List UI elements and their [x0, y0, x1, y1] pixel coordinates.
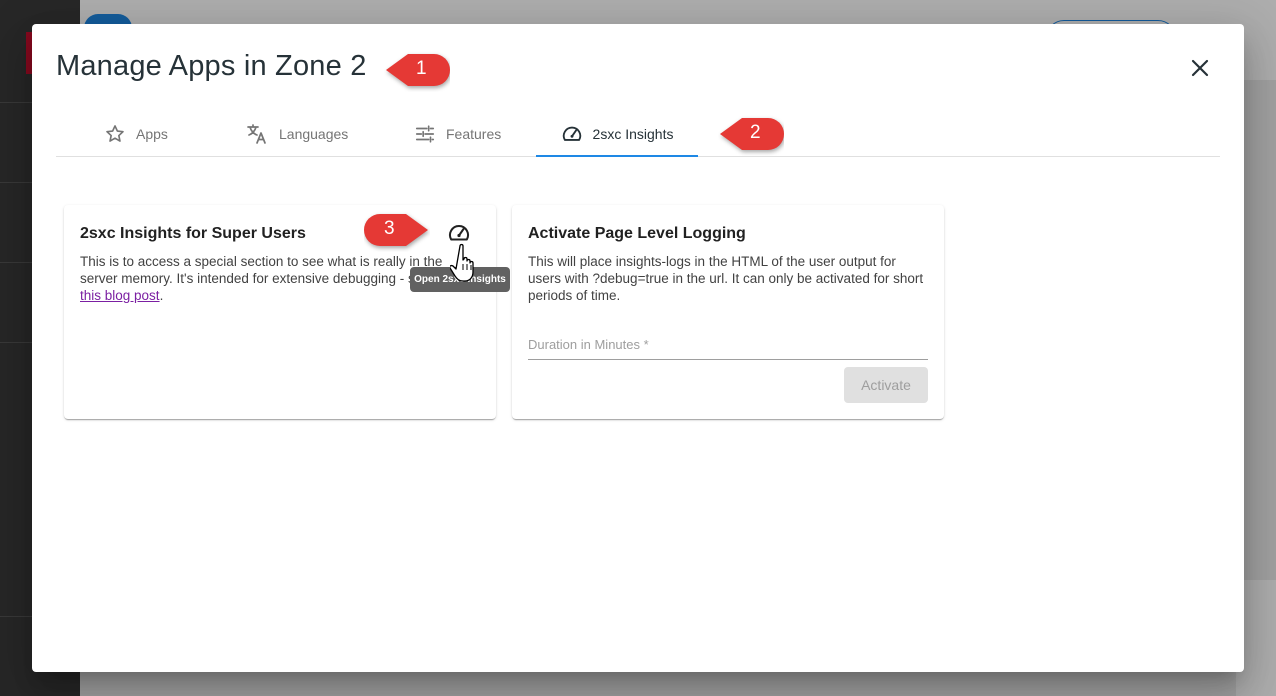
card-text: This is to access a special section to s…	[80, 254, 459, 286]
tab-label: Features	[446, 126, 502, 142]
hand-cursor-icon	[450, 243, 474, 282]
duration-input[interactable]	[528, 335, 932, 361]
activate-button[interactable]: Activate	[844, 367, 928, 403]
star-outline-icon	[106, 125, 124, 142]
blog-post-link[interactable]: this blog post	[80, 288, 160, 303]
tune-icon	[415, 125, 435, 143]
callout-marker	[364, 214, 428, 246]
callout-number: 1	[416, 58, 427, 79]
tab-label: Apps	[136, 126, 168, 142]
translate-icon	[247, 124, 266, 144]
tab-2sxc-insights[interactable]: 2sxc Insights	[536, 112, 698, 157]
dialog-title: Manage Apps in Zone 2	[56, 50, 367, 82]
insights-card: 2sxc Insights for Super Users This is to…	[64, 205, 496, 419]
speedometer-icon	[562, 126, 581, 141]
close-icon	[1191, 59, 1209, 77]
card-text: .	[159, 288, 164, 303]
card-title: 2sxc Insights for Super Users	[80, 225, 306, 242]
callout-number: 2	[750, 122, 761, 143]
close-button[interactable]	[1186, 54, 1214, 82]
duration-field: Duration in Minutes *	[528, 335, 932, 361]
card-title: Activate Page Level Logging	[528, 225, 746, 242]
tab-bar: Apps Languages Features 2sxc Insights	[56, 112, 1220, 157]
active-tab-indicator	[536, 155, 698, 157]
tab-features[interactable]: Features	[414, 112, 501, 156]
page-logging-card: Activate Page Level Logging This will pl…	[512, 205, 944, 419]
tab-label: Languages	[279, 126, 349, 142]
callout-number: 3	[384, 218, 395, 239]
tab-label: 2sxc Insights	[592, 126, 674, 142]
tab-languages[interactable]: Languages	[245, 112, 348, 156]
card-description: This will place insights-logs in the HTM…	[528, 254, 924, 303]
tab-apps[interactable]: Apps	[104, 112, 168, 156]
